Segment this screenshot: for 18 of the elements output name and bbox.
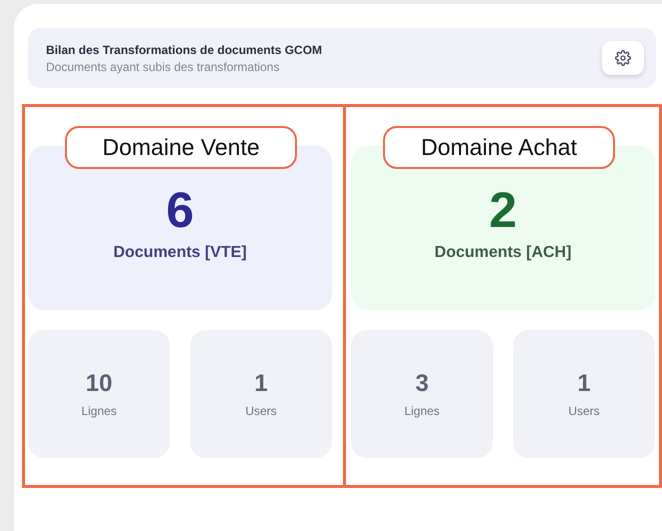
domain-label: Domaine Vente [65,126,297,169]
stat-value: 1 [254,370,268,398]
documents-caption: Documents [VTE] [113,244,247,262]
settings-icon [615,50,631,66]
stat-label: Users [245,404,277,418]
stat-label: Lignes [404,404,440,418]
documents-count: 6 [166,182,194,238]
stat-label: Lignes [81,404,117,418]
documents-caption: Documents [ACH] [434,244,572,262]
stat-label: Users [568,404,600,418]
widget-title: Bilan des Transformations de documents GCOM [46,42,322,56]
documents-count: 2 [489,182,517,238]
stat-value: 3 [415,370,429,398]
settings-button[interactable] [602,41,644,75]
stat-value: 10 [86,370,112,398]
stat-value: 1 [577,370,591,398]
domain-label: Domaine Achat [383,126,615,169]
widget-subtitle: Documents ayant subis des transformations [46,60,280,74]
